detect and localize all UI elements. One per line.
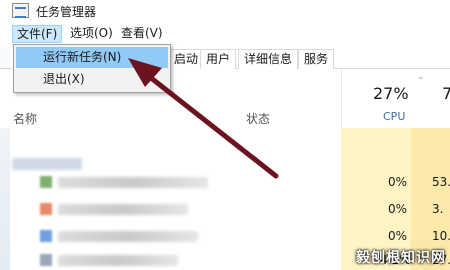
cpu-total-percent: 27% [373, 84, 409, 103]
memory-percent-fragment: 7 [442, 84, 450, 103]
process-icon [40, 230, 52, 242]
watermark: 毅刨根知识网 [352, 244, 450, 268]
process-name-redacted [58, 177, 208, 188]
cpu-value: 0% [388, 175, 408, 189]
file-menu-dropdown: 运行新任务(N) 退出(X) [13, 44, 171, 93]
cpu-value: 0% [388, 202, 408, 216]
process-icon [40, 203, 52, 215]
sort-caret-icon: ⌄ [417, 72, 425, 82]
title-bar: 任务管理器 [0, 0, 450, 22]
run-new-task-item[interactable]: 运行新任务(N) [16, 47, 168, 68]
memory-value: 53. [432, 175, 450, 189]
exit-item[interactable]: 退出(X) [16, 69, 168, 90]
tab-services[interactable]: 服务 [298, 49, 335, 69]
window-title: 任务管理器 [36, 5, 97, 19]
menu-bar: 文件(F) 选项(O) 查看(V) [0, 24, 450, 44]
process-name-redacted [58, 255, 178, 266]
table-row[interactable]: 0% 53. [0, 170, 450, 194]
process-icon [40, 176, 52, 188]
column-name[interactable]: 名称 [13, 110, 37, 127]
process-icon [40, 254, 52, 266]
menu-options[interactable]: 选项(O) [66, 25, 117, 43]
memory-value: 10. [432, 229, 450, 243]
process-name-redacted [58, 204, 188, 215]
table-row[interactable]: 0% 3. [0, 197, 450, 221]
menu-view[interactable]: 查看(V) [117, 25, 167, 43]
tab-details[interactable]: 详细信息 [238, 49, 299, 69]
task-manager-icon [12, 3, 29, 18]
column-status[interactable]: 状态 [246, 110, 270, 127]
memory-value: 3. [432, 202, 444, 216]
column-cpu[interactable]: CPU [383, 110, 405, 123]
process-group-heading [12, 158, 82, 170]
tab-users[interactable]: 用户 [200, 49, 237, 69]
watermark-text: 毅刨根知识网 [356, 250, 446, 266]
tab-startup[interactable]: 启动 [168, 49, 205, 69]
menu-file[interactable]: 文件(F) [12, 25, 63, 43]
process-name-redacted [58, 231, 198, 242]
cpu-value: 0% [388, 229, 408, 243]
